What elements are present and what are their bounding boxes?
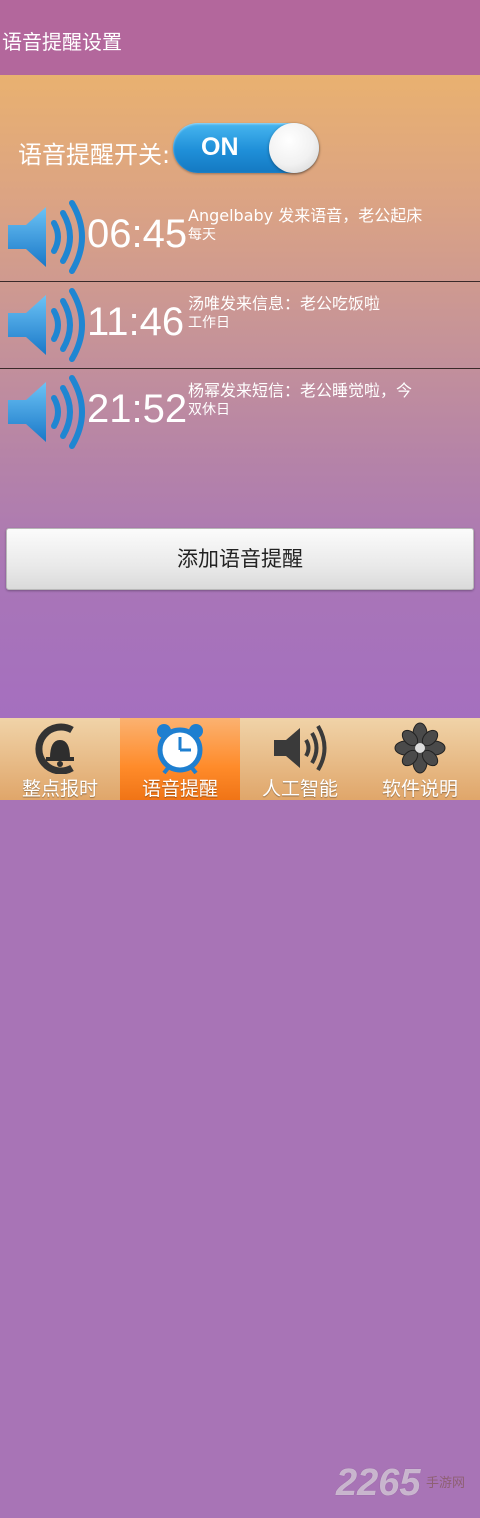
voice-switch-row: 语音提醒开关: ON	[18, 123, 478, 175]
voice-switch-toggle[interactable]: ON	[173, 123, 319, 173]
reminder-message: Angelbaby 发来语音，老公起床	[188, 206, 423, 225]
tab-app-info[interactable]: 软件说明	[360, 718, 480, 800]
flower-icon	[394, 722, 446, 774]
tab-label: 整点报时	[21, 778, 98, 800]
tab-label: 软件说明	[381, 778, 458, 800]
tab-label: 语音提醒	[141, 778, 218, 800]
voice-switch-label: 语音提醒开关:	[18, 141, 171, 169]
reminder-item[interactable]: 06:45 Angelbaby 发来语音，老公起床 每天	[0, 194, 480, 280]
settings-content: 语音提醒开关: ON 06:45 Angelbaby 发来语音，老公起床 每天	[0, 75, 480, 718]
reminder-time: 21:52	[87, 387, 188, 431]
reminder-repeat: 工作日	[188, 315, 230, 331]
reminder-repeat: 双休日	[188, 402, 230, 418]
reminder-time: 06:45	[87, 212, 188, 256]
reminder-repeat: 每天	[188, 227, 216, 243]
speaker-icon	[8, 200, 85, 274]
watermark-text: 手游网	[426, 1476, 466, 1491]
watermark-number: 2265	[336, 1462, 421, 1504]
toggle-state-text: ON	[201, 133, 239, 161]
alarm-clock-icon	[157, 724, 203, 774]
tab-label: 人工智能	[261, 778, 338, 800]
speaker-icon	[274, 724, 327, 772]
add-voice-reminder-button[interactable]: 添加语音提醒	[6, 528, 474, 590]
bell-clock-icon	[35, 723, 74, 774]
tab-voice-reminder[interactable]: 语音提醒	[120, 718, 240, 800]
reminder-item[interactable]: 11:46 汤唯发来信息：老公吃饭啦 工作日	[0, 282, 480, 368]
tab-hourly-chime[interactable]: 整点报时	[0, 718, 120, 800]
bottom-tab-bar: 整点报时 语音提醒 人工智能 软件说明 2265 手游网	[0, 718, 480, 1504]
reminder-message: 汤唯发来信息：老公吃饭啦	[188, 294, 381, 313]
page-title: 语音提醒设置	[2, 30, 122, 54]
speaker-icon	[8, 375, 85, 449]
reminder-time: 11:46	[87, 300, 185, 344]
reminder-item[interactable]: 21:52 杨幂发来短信：老公睡觉啦，今 双休日	[0, 369, 480, 455]
site-watermark: 2265 手游网	[336, 1462, 480, 1518]
tab-ai[interactable]: 人工智能	[240, 718, 360, 800]
speaker-icon	[8, 288, 85, 362]
reminder-message: 杨幂发来短信：老公睡觉啦，今	[188, 381, 413, 400]
title-bar: 语音提醒设置	[0, 0, 480, 75]
toggle-knob[interactable]	[269, 123, 319, 173]
